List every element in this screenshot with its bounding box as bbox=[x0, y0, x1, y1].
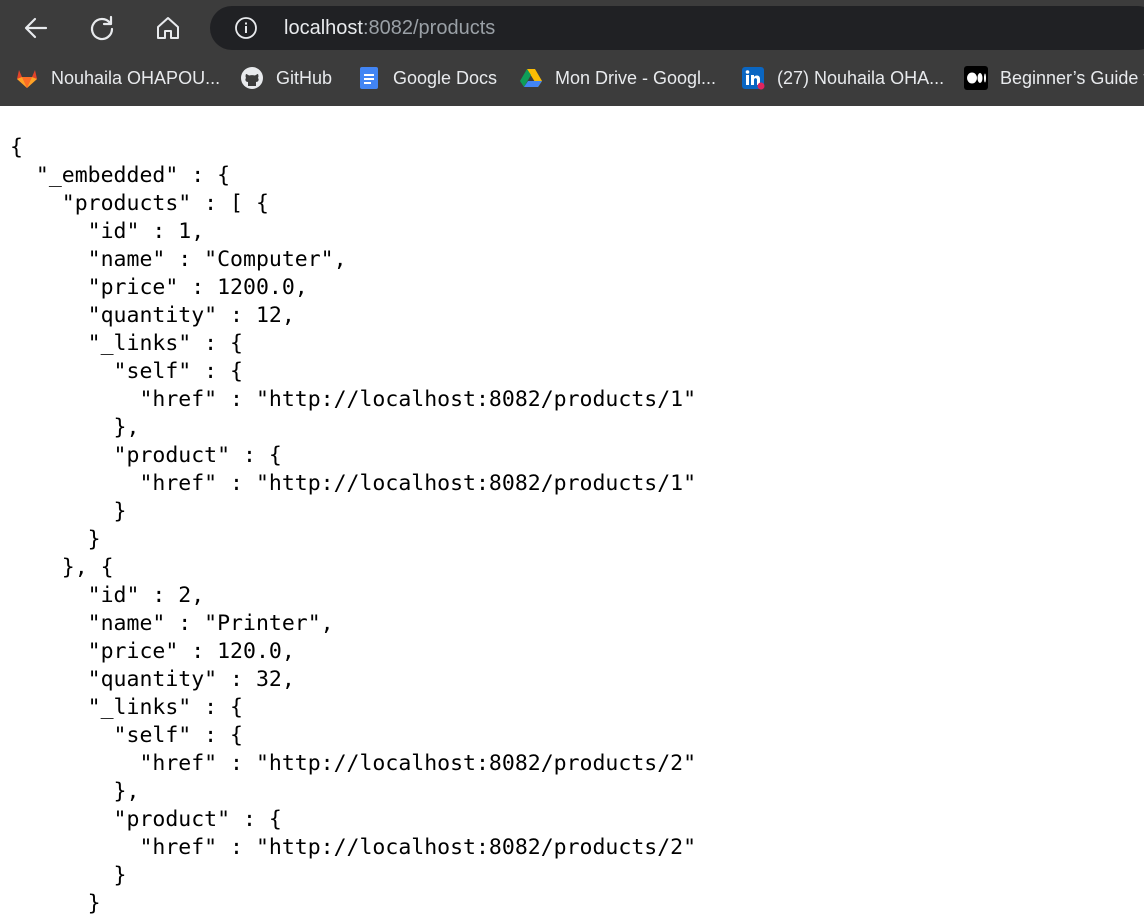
url-host: localhost bbox=[284, 17, 363, 39]
bookmark-github[interactable]: GitHub bbox=[240, 64, 332, 92]
bookmark-medium[interactable]: Beginner’s Guide t bbox=[964, 64, 1144, 92]
info-icon[interactable] bbox=[234, 16, 258, 40]
linkedin-icon bbox=[741, 66, 765, 90]
bookmark-gitlab[interactable]: Nouhaila OHAPOU... bbox=[15, 64, 220, 92]
bookmark-label: Google Docs bbox=[393, 67, 498, 88]
bookmark-label: Nouhaila OHAPOU... bbox=[51, 67, 221, 88]
medium-icon bbox=[964, 66, 988, 90]
bookmark-linkedin[interactable]: (27) Nouhaila OHA... bbox=[741, 64, 944, 92]
bookmark-label: Mon Drive - Googl... bbox=[555, 67, 717, 88]
home-button[interactable] bbox=[150, 10, 186, 46]
github-icon bbox=[240, 66, 264, 90]
bookmark-google-drive[interactable]: Mon Drive - Googl... bbox=[519, 64, 716, 92]
home-icon bbox=[157, 17, 179, 39]
reload-icon bbox=[90, 15, 114, 41]
browser-chrome: localhost:8082/products Nouhaila OHAPOU.… bbox=[0, 0, 1144, 106]
google-drive-icon bbox=[519, 66, 543, 90]
arrow-left-icon bbox=[24, 17, 48, 39]
browser-toolbar: localhost:8082/products bbox=[0, 0, 1144, 56]
bookmark-label: Beginner’s Guide t bbox=[1000, 67, 1144, 88]
bookmark-google-docs[interactable]: Google Docs bbox=[357, 64, 497, 92]
bookmark-label: GitHub bbox=[276, 67, 333, 88]
url-text[interactable]: localhost:8082/products bbox=[284, 17, 495, 39]
bookmarks-bar: Nouhaila OHAPOU... GitHub Google Docs Mo… bbox=[0, 56, 1144, 100]
url-path: :8082/products bbox=[362, 17, 496, 39]
json-response-body: { "_embedded" : { "products" : [ { "id" … bbox=[10, 135, 697, 916]
gitlab-icon bbox=[15, 66, 39, 90]
reload-button[interactable] bbox=[84, 10, 120, 46]
google-docs-icon bbox=[357, 66, 381, 90]
page-content: { "_embedded" : { "products" : [ { "id" … bbox=[0, 106, 1144, 918]
back-button[interactable] bbox=[18, 10, 54, 46]
bookmark-label: (27) Nouhaila OHA... bbox=[777, 67, 945, 88]
address-bar[interactable]: localhost:8082/products bbox=[210, 6, 1144, 50]
